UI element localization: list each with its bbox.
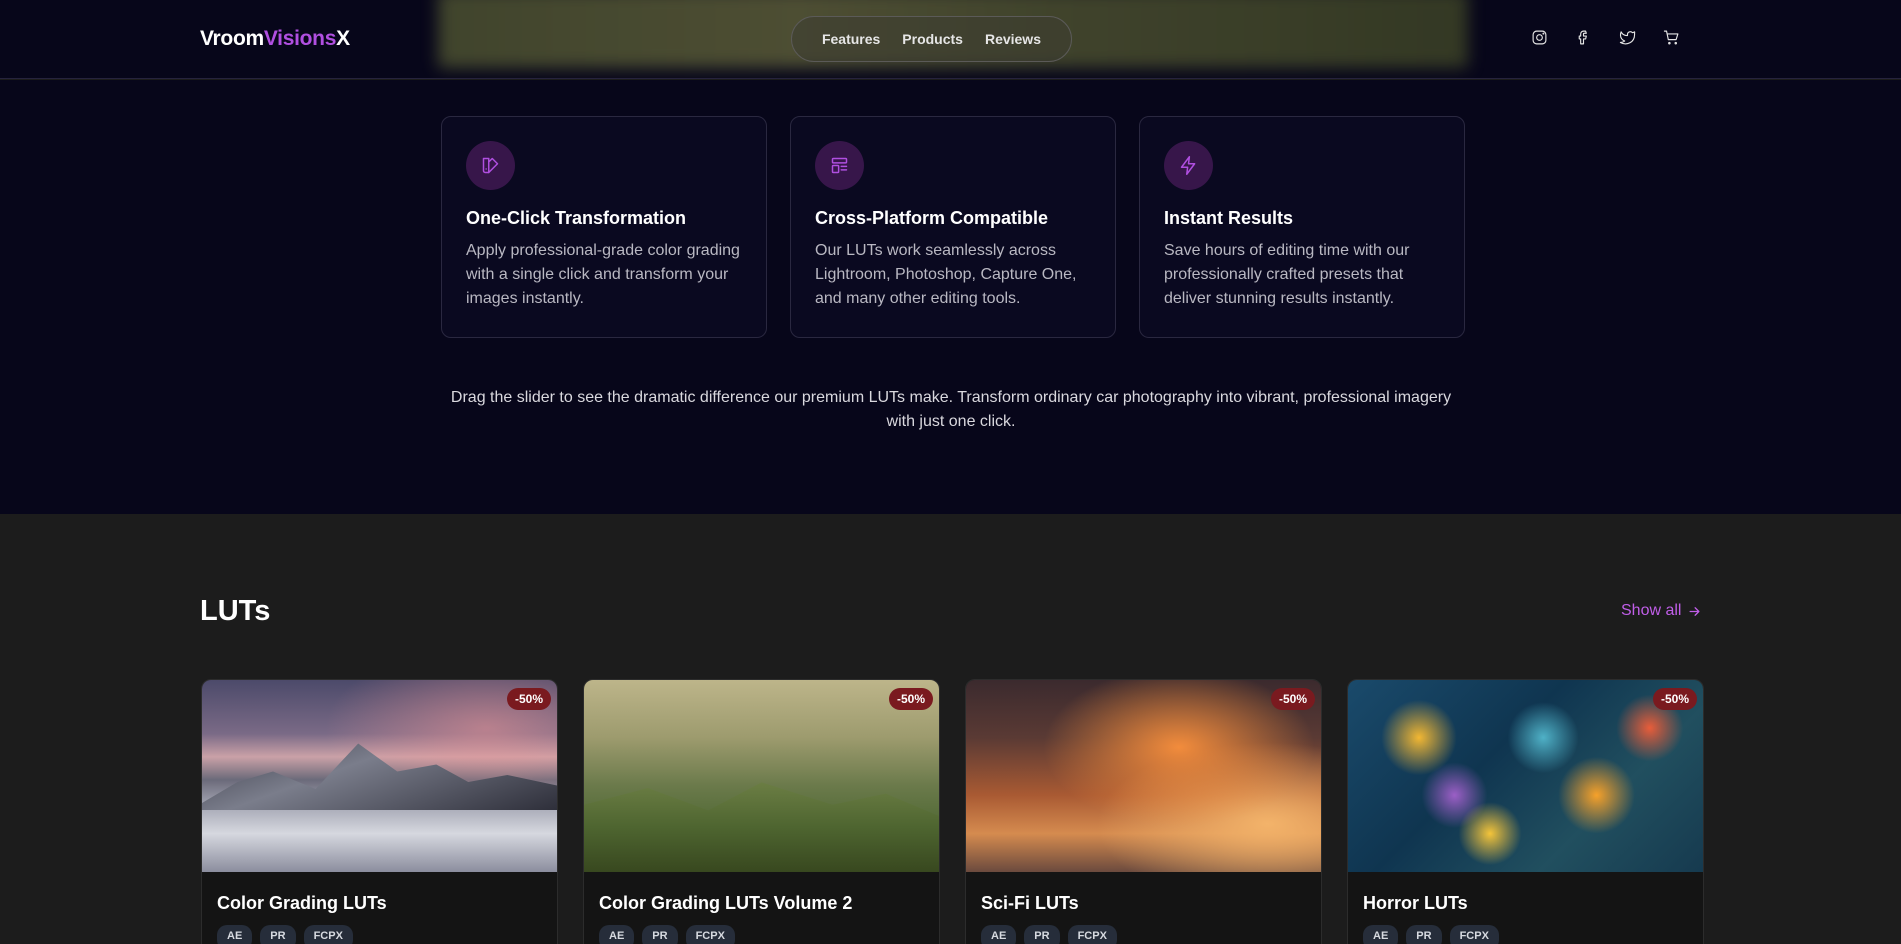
- features-section: One-Click Transformation Apply professio…: [0, 80, 1901, 514]
- lightning-icon: [1164, 141, 1213, 190]
- tag-pr: PR: [1406, 925, 1442, 944]
- feature-title: Instant Results: [1164, 208, 1294, 228]
- feature-title: Cross-Platform Compatible: [815, 208, 1049, 228]
- tag-fcpx: FCPX: [1067, 925, 1117, 944]
- main-nav: Features Products Reviews: [791, 16, 1072, 62]
- tag-pr: PR: [260, 925, 296, 944]
- product-card[interactable]: -50% Color Grading LUTs AE PR FCPX: [201, 679, 558, 944]
- show-all-label: Show all: [1621, 602, 1682, 619]
- tag-pr: PR: [1024, 925, 1060, 944]
- product-title[interactable]: Horror LUTs: [1363, 893, 1703, 914]
- nav-link-reviews[interactable]: Reviews: [985, 31, 1041, 47]
- product-thumbnail[interactable]: -50%: [1348, 680, 1703, 872]
- logo-text-part1: Vroom: [200, 27, 264, 50]
- arrow-right-icon: [1689, 606, 1700, 616]
- tag-ae: AE: [217, 925, 253, 944]
- discount-badge: -50%: [1270, 688, 1315, 710]
- tag-fcpx: FCPX: [303, 925, 353, 944]
- tag-fcpx: FCPX: [685, 925, 735, 944]
- instagram-icon[interactable]: [1530, 28, 1549, 47]
- twitter-icon[interactable]: [1618, 28, 1637, 47]
- feature-description: Save hours of editing time with our prof…: [1164, 242, 1410, 307]
- product-title[interactable]: Color Grading LUTs: [217, 893, 557, 914]
- nav-link-features[interactable]: Features: [822, 31, 880, 47]
- site-header: VroomVisionsX Features Products Reviews: [0, 0, 1901, 79]
- feature-card: Instant Results Save hours of editing ti…: [1139, 116, 1465, 338]
- nav-link-products[interactable]: Products: [902, 31, 963, 47]
- product-thumbnail[interactable]: -50%: [584, 680, 939, 872]
- product-title[interactable]: Color Grading LUTs Volume 2: [599, 893, 939, 914]
- discount-badge: -50%: [1652, 688, 1697, 710]
- logo-text-part2: Visions: [263, 27, 337, 50]
- header-icons: [1530, 28, 1681, 47]
- mountain-peaks: [202, 743, 557, 810]
- product-card[interactable]: -50% Horror LUTs AE PR FCPX: [1347, 679, 1704, 944]
- product-title[interactable]: Sci-Fi LUTs: [981, 893, 1321, 914]
- tag-fcpx: FCPX: [1449, 925, 1499, 944]
- product-tags: AE PR FCPX: [599, 925, 939, 944]
- product-tags: AE PR FCPX: [1363, 925, 1703, 944]
- layout-icon: [815, 141, 864, 190]
- product-thumbnail[interactable]: -50%: [966, 680, 1321, 872]
- tag-ae: AE: [1363, 925, 1399, 944]
- feature-description: Apply professional-grade color grading w…: [466, 242, 740, 307]
- feature-card: Cross-Platform Compatible Our LUTs work …: [790, 116, 1116, 338]
- facebook-icon[interactable]: [1574, 28, 1593, 47]
- product-tags: AE PR FCPX: [981, 925, 1321, 944]
- discount-badge: -50%: [888, 688, 933, 710]
- cart-icon[interactable]: [1662, 28, 1681, 47]
- product-tags: AE PR FCPX: [217, 925, 557, 944]
- brand-logo[interactable]: VroomVisionsX: [200, 27, 350, 51]
- feature-title: One-Click Transformation: [466, 208, 687, 228]
- logo-text-part3: X: [336, 27, 350, 50]
- slider-tagline: Drag the slider to see the dramatic diff…: [450, 389, 1452, 430]
- feature-description: Our LUTs work seamlessly across Lightroo…: [815, 242, 1077, 307]
- tag-ae: AE: [599, 925, 635, 944]
- product-card[interactable]: -50% Color Grading LUTs Volume 2 AE PR F…: [583, 679, 940, 944]
- tag-pr: PR: [642, 925, 678, 944]
- section-title: LUTs: [200, 595, 271, 627]
- product-thumbnail[interactable]: -50%: [202, 680, 557, 872]
- valley-hills: [584, 782, 939, 872]
- tag-ae: AE: [981, 925, 1017, 944]
- palette-swatch-icon: [466, 141, 515, 190]
- show-all-link[interactable]: Show all: [1621, 602, 1702, 620]
- feature-card: One-Click Transformation Apply professio…: [441, 116, 767, 338]
- discount-badge: -50%: [506, 688, 551, 710]
- product-card[interactable]: -50% Sci-Fi LUTs AE PR FCPX: [965, 679, 1322, 944]
